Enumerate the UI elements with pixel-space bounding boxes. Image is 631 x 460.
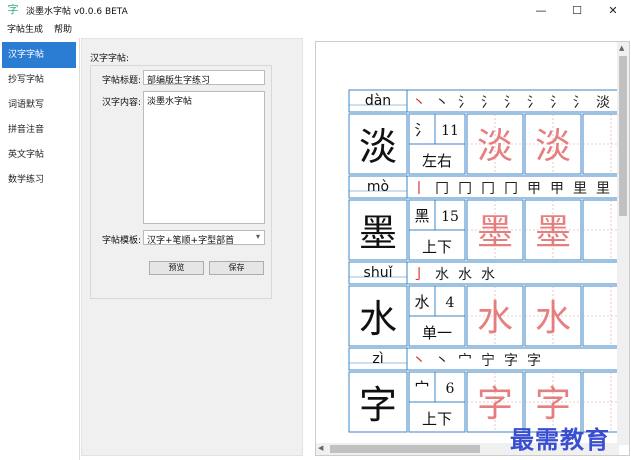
stroke-order-glyph: 甲 xyxy=(550,181,564,197)
pinyin-text: mò xyxy=(367,179,389,195)
main-character: 墨 xyxy=(359,211,397,255)
main-character: 水 xyxy=(359,297,397,341)
structure-text: 单一 xyxy=(422,324,452,342)
window-controls: — ☐ ✕ xyxy=(523,0,631,20)
scroll-left-icon[interactable]: ◀ xyxy=(318,444,323,452)
sidebar-item-chinese-copybook[interactable]: 汉字字帖 xyxy=(2,42,76,68)
tracing-character: 字 xyxy=(535,384,571,425)
radical-text: 宀 xyxy=(414,379,429,397)
pinyin-text: dàn xyxy=(365,93,391,109)
stroke-order-glyph: 氵 xyxy=(527,95,541,111)
stroke-order-glyph: 字 xyxy=(504,353,518,369)
radical-text: 氵 xyxy=(414,121,429,139)
stroke-order-glyph: 丶 xyxy=(412,95,426,111)
sidebar-item-pinyin[interactable]: 拼音注音 xyxy=(0,118,79,143)
stroke-order-glyph: 冂 xyxy=(504,181,518,197)
stroke-order-glyph: 氵 xyxy=(504,95,518,111)
title-input[interactable]: 部编版生字练习 xyxy=(143,70,265,86)
main-character: 淡 xyxy=(359,125,397,169)
stroke-order-glyph: 字 xyxy=(527,353,541,369)
stroke-order-glyph: 里 xyxy=(596,181,610,197)
watermark: 最需教育 xyxy=(510,425,610,454)
vertical-scrollbar[interactable]: ▲ xyxy=(617,42,629,445)
stroke-order-glyph: 冂 xyxy=(481,181,495,197)
radical-text: 黑 xyxy=(414,207,429,225)
preview-button[interactable]: 预览 xyxy=(149,261,204,275)
stroke-order-glyph: 氵 xyxy=(481,95,495,111)
save-button[interactable]: 保存 xyxy=(209,261,264,275)
stroke-order-glyph: 氵 xyxy=(458,95,472,111)
menu-generate[interactable]: 字帖生成 xyxy=(7,22,43,35)
app-icon: 字 xyxy=(7,3,19,16)
pinyin-text: shuǐ xyxy=(364,265,394,281)
pinyin-text: zì xyxy=(372,351,383,367)
stroke-order-glyph: 丶 xyxy=(412,353,426,369)
stroke-order-glyph: 里 xyxy=(573,181,587,197)
stroke-count-text: 15 xyxy=(441,209,459,225)
structure-text: 上下 xyxy=(422,410,452,428)
menu-help[interactable]: 帮助 xyxy=(54,22,72,35)
group-title: 汉字字帖: xyxy=(90,54,130,64)
stroke-count-text: 4 xyxy=(446,295,455,311)
copybook-sheet: dàn丶丶氵氵氵氵氵氵淡淡淡淡氵11左右淡淡mò丨冂冂冂冂甲甲里里黑墨墨黑15上… xyxy=(348,89,629,433)
menu-bar: 字帖生成 帮助 xyxy=(0,20,631,37)
window-title: 淡墨水字帖 v0.0.6 BETA xyxy=(26,6,128,17)
horizontal-scroll-thumb[interactable] xyxy=(330,445,480,453)
stroke-order-glyph: 宁 xyxy=(481,352,495,369)
structure-text: 左右 xyxy=(422,152,452,170)
stroke-order-glyph: 冂 xyxy=(435,181,449,197)
close-button[interactable]: ✕ xyxy=(595,0,631,20)
stroke-order-glyph: 氵 xyxy=(573,95,587,111)
stroke-order-glyph: 宀 xyxy=(458,353,472,369)
template-value: 汉字+笔顺+字型部首 xyxy=(147,236,235,246)
stroke-order-glyph: 水 xyxy=(435,267,449,283)
settings-group: 字帖标题: 部编版生字练习 汉字内容: 淡墨水字帖 字帖模板: 汉字+笔顺+字型… xyxy=(90,65,272,299)
sidebar-item-english[interactable]: 英文字帖 xyxy=(0,143,79,168)
title-label: 字帖标题: xyxy=(101,76,141,86)
stroke-order-glyph: 丶 xyxy=(435,353,449,369)
stroke-order-glyph: 甲 xyxy=(527,181,541,197)
stroke-order-glyph: 淡 xyxy=(596,95,610,111)
tracing-character: 水 xyxy=(477,298,513,339)
tracing-character: 字 xyxy=(477,384,513,425)
form-panel: 汉字字帖: 字帖标题: 部编版生字练习 汉字内容: 淡墨水字帖 字帖模板: 汉字… xyxy=(81,38,303,456)
content-label: 汉字内容: xyxy=(101,98,141,108)
template-select[interactable]: 汉字+笔顺+字型部首 ▾ xyxy=(143,230,265,246)
tracing-character: 淡 xyxy=(477,126,513,167)
template-label: 字帖模板: xyxy=(101,236,141,246)
stroke-order-glyph: 水 xyxy=(481,267,495,283)
stroke-order-glyph: 丶 xyxy=(435,95,449,111)
stroke-count-text: 11 xyxy=(441,123,459,139)
title-bar: 字 淡墨水字帖 v0.0.6 BETA — ☐ ✕ xyxy=(0,0,631,20)
sidebar-item-dictation[interactable]: 词语默写 xyxy=(0,93,79,118)
maximize-button[interactable]: ☐ xyxy=(559,0,595,20)
chevron-down-icon: ▾ xyxy=(255,232,260,241)
stroke-count-text: 6 xyxy=(446,381,455,397)
stroke-order-glyph: 水 xyxy=(458,267,472,283)
stroke-order-glyph: 冂 xyxy=(458,181,472,197)
tracing-character: 墨 xyxy=(477,212,513,253)
tracing-character: 淡 xyxy=(535,126,571,167)
main-character: 字 xyxy=(359,383,397,427)
tracing-character: 墨 xyxy=(535,212,571,253)
sidebar: 汉字字帖 抄写字帖 词语默写 拼音注音 英文字帖 数学练习 xyxy=(0,38,80,460)
sidebar-item-math[interactable]: 数学练习 xyxy=(0,168,79,193)
stroke-order-glyph: 丨 xyxy=(412,181,426,197)
preview-pane: dàn丶丶氵氵氵氵氵氵淡淡淡淡氵11左右淡淡mò丨冂冂冂冂甲甲里里黑墨墨黑15上… xyxy=(315,41,630,456)
sidebar-item-copy-copybook[interactable]: 抄写字帖 xyxy=(0,68,79,93)
structure-text: 上下 xyxy=(422,238,452,256)
stroke-order-glyph: 氵 xyxy=(550,95,564,111)
minimize-button[interactable]: — xyxy=(523,0,559,20)
radical-text: 水 xyxy=(414,293,429,311)
stroke-order-glyph: 亅 xyxy=(412,267,426,283)
scroll-up-icon[interactable]: ▲ xyxy=(619,44,624,52)
content-textarea[interactable]: 淡墨水字帖 xyxy=(143,91,265,224)
tracing-character: 水 xyxy=(535,298,571,339)
vertical-scroll-thumb[interactable] xyxy=(619,56,627,216)
